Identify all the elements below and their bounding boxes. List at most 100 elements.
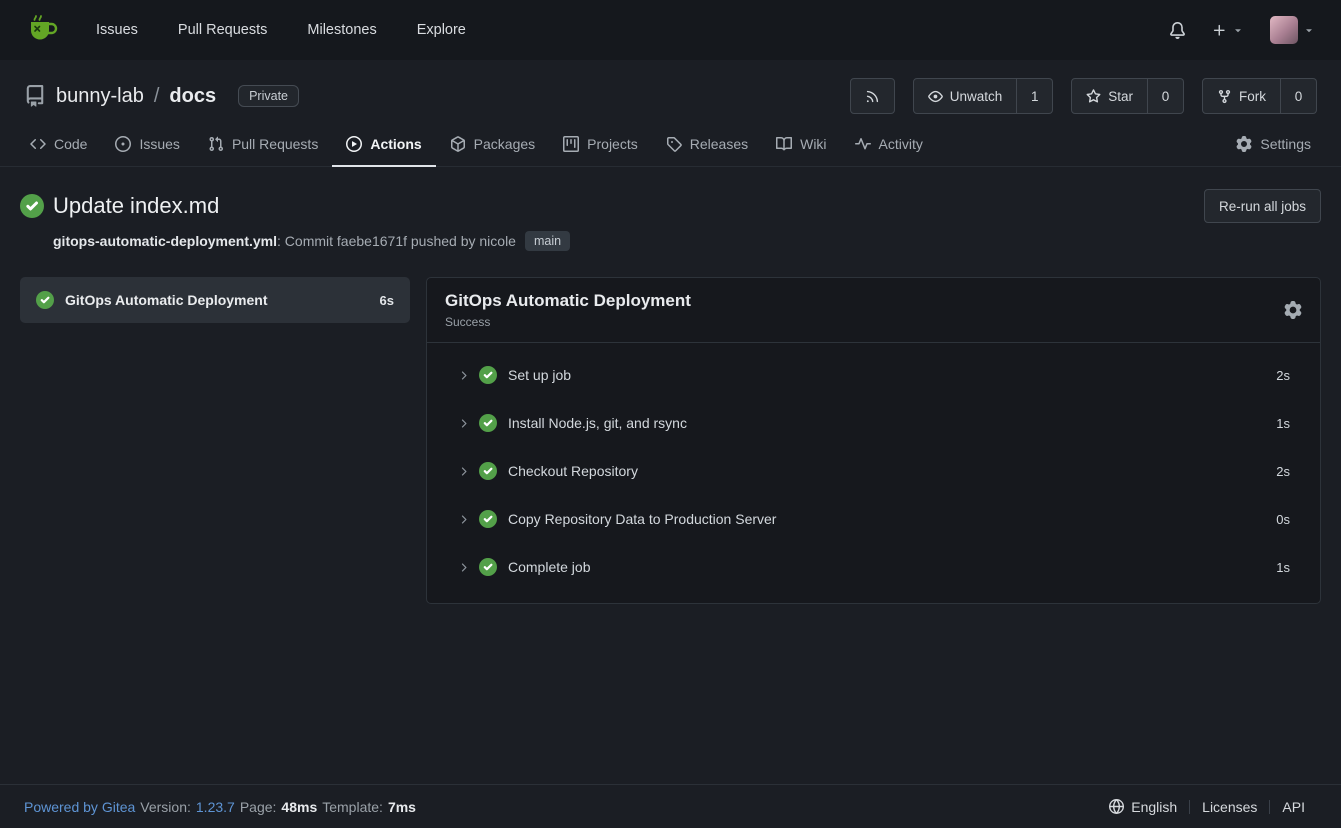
language-label: English (1131, 799, 1177, 815)
tag-icon (666, 136, 682, 152)
repo-name-link[interactable]: docs (169, 85, 216, 108)
gitea-logo[interactable] (26, 14, 62, 46)
watch-group: Unwatch 1 (913, 78, 1054, 114)
top-navbar: Issues Pull Requests Milestones Explore (0, 0, 1341, 60)
commit-author-link[interactable]: nicole (479, 233, 516, 249)
template-time: 7ms (388, 799, 416, 815)
book-icon (776, 136, 792, 152)
gear-icon (1236, 136, 1252, 152)
unwatch-label: Unwatch (950, 89, 1003, 104)
step-row[interactable]: Set up job 2s (427, 351, 1320, 399)
bell-icon (1169, 22, 1186, 39)
version-link[interactable]: 1.23.7 (196, 799, 235, 815)
tab-projects[interactable]: Projects (549, 124, 652, 167)
step-row[interactable]: Install Node.js, git, and rsync 1s (427, 399, 1320, 447)
star-count[interactable]: 0 (1148, 78, 1184, 114)
tab-code[interactable]: Code (16, 124, 101, 167)
navbar-right (1169, 16, 1315, 44)
footer-meta: Powered by Gitea Version: 1.23.7 Page: 4… (24, 799, 416, 815)
tab-actions[interactable]: Actions (332, 124, 435, 167)
language-selector[interactable]: English (1097, 799, 1189, 815)
nav-explore[interactable]: Explore (417, 22, 466, 38)
repo-actions: Unwatch 1 Star 0 Fork 0 (850, 78, 1317, 114)
plus-icon (1212, 23, 1227, 38)
fork-count[interactable]: 0 (1281, 78, 1317, 114)
step-name: Complete job (508, 559, 1276, 575)
step-name: Set up job (508, 367, 1276, 383)
chevron-right-icon (457, 465, 470, 478)
job-options-button[interactable] (1284, 301, 1302, 319)
job-panel-title: GitOps Automatic Deployment (445, 291, 691, 311)
tab-issues[interactable]: Issues (101, 124, 193, 167)
run-body: GitOps Automatic Deployment 6s GitOps Au… (20, 277, 1321, 604)
api-link[interactable]: API (1270, 799, 1317, 815)
fork-button[interactable]: Fork (1202, 78, 1281, 114)
run-header: Update index.md Re-run all jobs (20, 189, 1321, 223)
pulse-icon (855, 136, 871, 152)
rerun-all-jobs-button[interactable]: Re-run all jobs (1204, 189, 1321, 223)
commit-hash-link[interactable]: faebe1671f (337, 233, 407, 249)
watch-count[interactable]: 1 (1017, 78, 1053, 114)
tab-label: Packages (474, 136, 535, 152)
tab-settings[interactable]: Settings (1222, 124, 1325, 167)
tab-label: Wiki (800, 136, 826, 152)
notifications-button[interactable] (1169, 22, 1186, 39)
step-duration: 0s (1276, 512, 1290, 527)
job-duration: 6s (380, 293, 394, 308)
step-row[interactable]: Copy Repository Data to Production Serve… (427, 495, 1320, 543)
tab-packages[interactable]: Packages (436, 124, 549, 167)
job-list-item[interactable]: GitOps Automatic Deployment 6s (20, 277, 410, 323)
nav-pull-requests[interactable]: Pull Requests (178, 22, 267, 38)
repo-owner-link[interactable]: bunny-lab (56, 85, 144, 108)
check-circle-icon (479, 558, 497, 576)
powered-by-link[interactable]: Powered by Gitea (24, 799, 135, 815)
licenses-link[interactable]: Licenses (1190, 799, 1269, 815)
job-status: Success (445, 315, 691, 329)
check-circle-icon (479, 366, 497, 384)
tab-wiki[interactable]: Wiki (762, 124, 840, 167)
private-badge: Private (238, 85, 299, 107)
template-time-label: Template: (322, 799, 383, 815)
rss-button[interactable] (850, 78, 895, 114)
page-time-label: Page: (240, 799, 277, 815)
play-icon (346, 136, 362, 152)
rss-icon (865, 89, 880, 104)
tab-activity[interactable]: Activity (841, 124, 937, 167)
package-icon (450, 136, 466, 152)
user-menu-button[interactable] (1270, 16, 1315, 44)
star-label: Star (1108, 89, 1133, 104)
fork-icon (1217, 89, 1232, 104)
run-meta: gitops-automatic-deployment.yml: Commit … (53, 231, 1321, 251)
tab-releases[interactable]: Releases (652, 124, 762, 167)
star-icon (1086, 89, 1101, 104)
branch-badge[interactable]: main (525, 231, 570, 251)
workflow-file: gitops-automatic-deployment.yml (53, 233, 277, 249)
tab-pull-requests[interactable]: Pull Requests (194, 124, 332, 167)
tab-label: Pull Requests (232, 136, 318, 152)
run-title: Update index.md (53, 193, 219, 219)
step-row[interactable]: Complete job 1s (427, 543, 1320, 591)
nav-issues[interactable]: Issues (96, 22, 138, 38)
chevron-right-icon (457, 417, 470, 430)
run-title-wrap: Update index.md (20, 193, 219, 219)
create-menu-button[interactable] (1212, 23, 1244, 38)
check-circle-icon (479, 462, 497, 480)
gitea-logo-icon (26, 14, 62, 46)
check-circle-icon (479, 414, 497, 432)
commit-middle: pushed by (407, 233, 479, 249)
commit-prefix: : Commit (277, 233, 337, 249)
star-button[interactable]: Star (1071, 78, 1148, 114)
tab-label: Actions (370, 136, 421, 152)
actions-run-page: Update index.md Re-run all jobs gitops-a… (0, 167, 1341, 784)
caret-down-icon (1303, 24, 1315, 36)
nav-milestones[interactable]: Milestones (307, 22, 376, 38)
gitea-app: Issues Pull Requests Milestones Explore … (0, 0, 1341, 828)
unwatch-button[interactable]: Unwatch (913, 78, 1018, 114)
step-name: Checkout Repository (508, 463, 1276, 479)
fork-label: Fork (1239, 89, 1266, 104)
eye-icon (928, 89, 943, 104)
step-duration: 1s (1276, 560, 1290, 575)
step-name: Copy Repository Data to Production Serve… (508, 511, 1276, 527)
step-row[interactable]: Checkout Repository 2s (427, 447, 1320, 495)
job-list: GitOps Automatic Deployment 6s (20, 277, 410, 323)
